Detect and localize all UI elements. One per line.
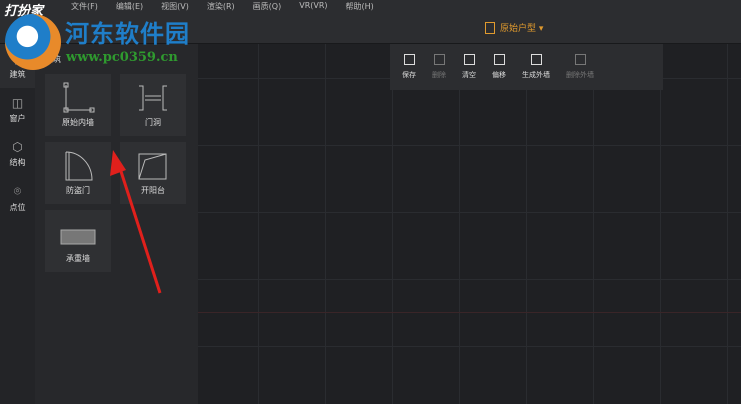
menu-render[interactable]: 渲染(R) xyxy=(198,1,244,12)
design-canvas[interactable] xyxy=(198,44,741,404)
item-inner-wall[interactable]: 原始内墙 xyxy=(45,74,111,136)
floorplan-icon xyxy=(485,21,495,34)
delete-label: 删除 xyxy=(432,71,446,79)
item-open-balcony[interactable]: 开阳台 xyxy=(120,142,186,204)
item-load-bearing-wall[interactable]: 承重墙 xyxy=(45,210,111,272)
nav-item-point[interactable]: ⌾ 点位 xyxy=(0,176,35,220)
item-label: 承重墙 xyxy=(66,254,90,263)
menu-quality[interactable]: 画质(Q) xyxy=(244,1,291,12)
cube-icon: ⬡ xyxy=(12,140,23,154)
axis-line xyxy=(198,312,741,313)
nav-label: 建筑 xyxy=(9,70,26,79)
generate-outer-wall-button[interactable]: 生成外墙 xyxy=(522,54,550,80)
delete-outer-wall-icon xyxy=(574,54,586,65)
generate-outer-wall-label: 生成外墙 xyxy=(522,71,550,79)
door-swing-icon xyxy=(65,151,93,181)
plan-selector-label: 原始户型 ▾ xyxy=(500,24,544,34)
delete-outer-wall-label: 删除外墙 xyxy=(566,71,594,79)
canvas-toolbar: 保存 删除 清空 偏移 生成外墙 删除外墙 xyxy=(390,44,663,90)
save-label: 保存 xyxy=(402,71,416,79)
nav-item-structure[interactable]: ⬡ 结构 xyxy=(0,132,35,176)
item-label: 防盗门 xyxy=(66,186,90,195)
save-button[interactable]: 保存 xyxy=(402,54,416,80)
load-bearing-wall-icon xyxy=(60,229,96,245)
offset-icon xyxy=(493,54,505,65)
item-label: 门洞 xyxy=(145,118,161,127)
clear-label: 清空 xyxy=(462,71,476,79)
door-opening-icon xyxy=(139,85,167,111)
trash-icon xyxy=(433,54,445,65)
nav-label: 结构 xyxy=(9,158,26,167)
outer-wall-icon xyxy=(530,54,542,65)
menu-bar: 文件(F) 编辑(E) 视图(V) 渲染(R) 画质(Q) VR(VR) 帮助(… xyxy=(62,1,383,12)
item-security-door[interactable]: 防盗门 xyxy=(45,142,111,204)
category-nav: ▯建筑 ◫窗户 ⬡结构 ⌾点位 xyxy=(0,44,35,404)
inner-wall-icon xyxy=(63,82,95,113)
watermark-title: 河东软件园 xyxy=(65,19,190,48)
delete-outer-wall-button[interactable]: 删除外墙 xyxy=(566,54,594,80)
menu-help[interactable]: 帮助(H) xyxy=(337,1,383,12)
component-panel: 建筑 原始内墙 门洞 防盗门 开阳台 承重墙 xyxy=(35,44,198,404)
nav-label: 窗户 xyxy=(9,114,26,123)
watermark-url: www.pc0359.cn xyxy=(66,50,178,65)
menu-vr[interactable]: VR(VR) xyxy=(290,1,336,12)
nav-label: 点位 xyxy=(9,202,26,212)
item-label: 原始内墙 xyxy=(62,118,94,127)
clear-button[interactable]: 清空 xyxy=(462,54,476,80)
broom-icon xyxy=(463,54,475,65)
nav-item-window[interactable]: ◫ 窗户 xyxy=(0,88,35,132)
menu-view[interactable]: 视图(V) xyxy=(152,1,198,12)
balcony-icon xyxy=(138,153,167,180)
item-label: 开阳台 xyxy=(141,186,165,195)
watermark-logo-icon xyxy=(5,14,61,70)
menu-edit[interactable]: 编辑(E) xyxy=(107,1,152,12)
window-icon: ◫ xyxy=(11,96,24,110)
plan-selector[interactable]: 原始户型 ▾ xyxy=(485,21,543,34)
item-door-opening[interactable]: 门洞 xyxy=(120,74,186,136)
pin-icon: ⌾ xyxy=(13,183,22,198)
save-icon xyxy=(403,54,415,65)
menu-file[interactable]: 文件(F) xyxy=(62,1,107,12)
delete-button[interactable]: 删除 xyxy=(432,54,446,80)
offset-label: 偏移 xyxy=(492,71,506,79)
offset-button[interactable]: 偏移 xyxy=(492,54,506,80)
